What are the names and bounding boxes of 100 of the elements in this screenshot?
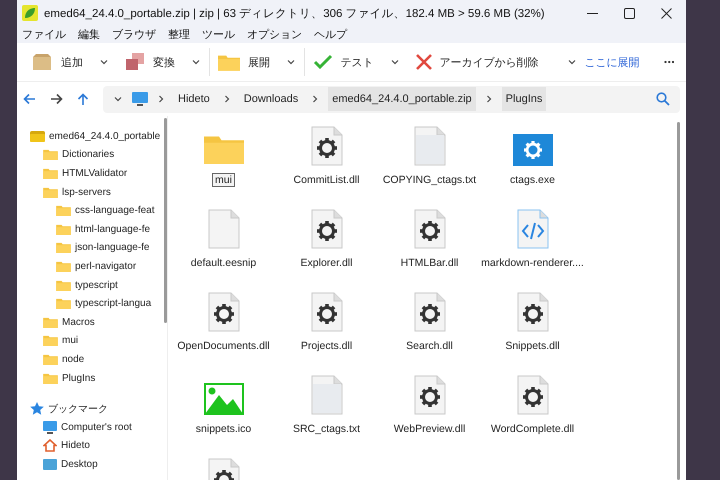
chevron-right-icon: [311, 94, 320, 104]
tree-item[interactable]: node: [62, 354, 84, 365]
more-icon[interactable]: [664, 60, 674, 64]
tree-item[interactable]: json-language-fe: [75, 242, 150, 254]
back-arrow-icon[interactable]: [23, 93, 36, 105]
file-name[interactable]: Snippets.dll: [502, 339, 563, 353]
folder-icon: [56, 280, 71, 291]
file-name[interactable]: snippets.ico: [192, 422, 254, 436]
folder-icon: [56, 298, 71, 310]
chevron-down-icon[interactable]: [566, 57, 576, 67]
file-name[interactable]: SRC_ctags.txt: [290, 422, 364, 436]
tree-item[interactable]: emed64_24.4.0_portable: [49, 130, 160, 142]
file-name[interactable]: CommitList.dll: [290, 173, 362, 187]
code-document-icon: [516, 209, 548, 249]
breadcrumb[interactable]: PlugIns: [502, 87, 546, 111]
file-name[interactable]: COPYING_ctags.txt: [380, 173, 480, 187]
search-icon[interactable]: [656, 92, 670, 106]
tree-item[interactable]: perl-navigator: [75, 260, 136, 272]
file-name[interactable]: mui: [212, 173, 235, 187]
folder-icon: [43, 354, 58, 365]
monitor-icon: [132, 92, 148, 106]
toolbar-button[interactable]: テスト: [340, 54, 374, 70]
menu-item[interactable]: 編集: [78, 27, 100, 42]
folder-icon: [43, 316, 58, 328]
tree-item[interactable]: PlugIns: [62, 372, 96, 384]
tree-item[interactable]: HTMLValidator: [62, 168, 128, 179]
folder-icon: [43, 168, 58, 179]
file-name[interactable]: WebPreview.dll: [390, 422, 468, 436]
tree-item[interactable]: mui: [62, 335, 78, 346]
chevron-down-icon[interactable]: [286, 57, 296, 67]
forward-arrow-icon[interactable]: [50, 93, 63, 105]
bookmark-item[interactable]: Desktop: [61, 458, 98, 470]
folder-icon: [56, 224, 71, 235]
folder-icon: [43, 372, 58, 384]
gear-document-icon: [310, 292, 342, 332]
gear-document-icon: [310, 126, 342, 166]
menu-item[interactable]: ツール: [202, 27, 235, 42]
extract-here-link[interactable]: ここに展開: [584, 54, 640, 70]
folder-icon: [43, 335, 58, 346]
tree-item[interactable]: Macros: [62, 316, 95, 328]
app-icon: [22, 5, 38, 21]
tree-item[interactable]: typescript-langua: [75, 298, 152, 310]
breadcrumb[interactable]: Downloads: [240, 87, 302, 111]
folder-icon: [43, 149, 58, 160]
bookmark-item[interactable]: Computer's root: [61, 422, 132, 433]
toolbar-button[interactable]: 追加: [61, 54, 83, 70]
chevron-down-icon[interactable]: [390, 57, 400, 67]
folder-icon: [43, 186, 58, 198]
tree-item[interactable]: css-language-feat: [75, 205, 154, 216]
gear-document-icon: [208, 292, 240, 332]
squares-icon: [125, 53, 145, 71]
tree-item[interactable]: lsp-servers: [62, 186, 111, 198]
file-name[interactable]: Explorer.dll: [298, 256, 356, 270]
tree-item[interactable]: Dictionaries: [62, 149, 114, 160]
bookmark-item[interactable]: Hideto: [61, 440, 90, 452]
file-name[interactable]: ctags.exe: [507, 173, 558, 187]
file-name[interactable]: OpenDocuments.dll: [174, 339, 273, 353]
cross-icon: [416, 54, 432, 70]
toolbar-button[interactable]: アーカイブから削除: [440, 54, 538, 70]
maximize-icon[interactable]: [624, 8, 635, 18]
folder-icon: [56, 205, 71, 216]
star-icon: [30, 402, 44, 416]
document-icon: [310, 375, 342, 415]
chevron-down-icon[interactable]: [113, 94, 123, 104]
chevron-down-icon[interactable]: [191, 57, 201, 67]
close-icon[interactable]: [661, 8, 672, 18]
document-icon: [414, 126, 446, 166]
file-name[interactable]: HTMLBar.dll: [398, 256, 462, 270]
monitor-icon: [43, 420, 57, 434]
chevron-down-icon[interactable]: [99, 57, 109, 67]
up-arrow-icon[interactable]: [77, 92, 89, 106]
menu-item[interactable]: ブラウザ: [112, 27, 156, 42]
menu-item[interactable]: オプション: [247, 27, 302, 42]
file-name[interactable]: default.eesnip: [188, 256, 260, 270]
check-icon: [312, 54, 332, 70]
address-bar[interactable]: Hideto Downloads emed64_24.4.0_portable.zip PlugIns: [103, 86, 680, 112]
breadcrumb[interactable]: Hideto: [174, 87, 214, 111]
menu-item[interactable]: ヘルプ: [314, 27, 347, 42]
file-name[interactable]: Projects.dll: [298, 339, 356, 353]
file-name[interactable]: Search.dll: [403, 339, 456, 353]
tree-item[interactable]: html-language-fe: [75, 224, 150, 235]
house-icon: [43, 439, 57, 452]
scrollbar[interactable]: [164, 118, 167, 323]
folder-icon: [56, 242, 71, 254]
image-icon: [204, 383, 244, 415]
folder-icon: [56, 260, 71, 272]
breadcrumb[interactable]: emed64_24.4.0_portable.zip: [328, 87, 476, 111]
toolbar-button[interactable]: 変換: [153, 54, 175, 70]
file-name[interactable]: WordComplete.dll: [488, 422, 578, 436]
chevron-right-icon: [484, 94, 493, 104]
gear-window-icon: [512, 134, 552, 166]
menu-item[interactable]: 整理: [168, 27, 190, 42]
file-name[interactable]: markdown-renderer....: [478, 256, 587, 270]
document-icon: [208, 209, 240, 249]
menu-item[interactable]: ファイル: [22, 27, 66, 42]
toolbar-button[interactable]: 展開: [248, 54, 270, 70]
scrollbar[interactable]: [677, 122, 680, 480]
tree-item[interactable]: typescript: [75, 280, 118, 291]
gear-document-icon: [414, 292, 446, 332]
gear-document-icon: [310, 209, 342, 249]
